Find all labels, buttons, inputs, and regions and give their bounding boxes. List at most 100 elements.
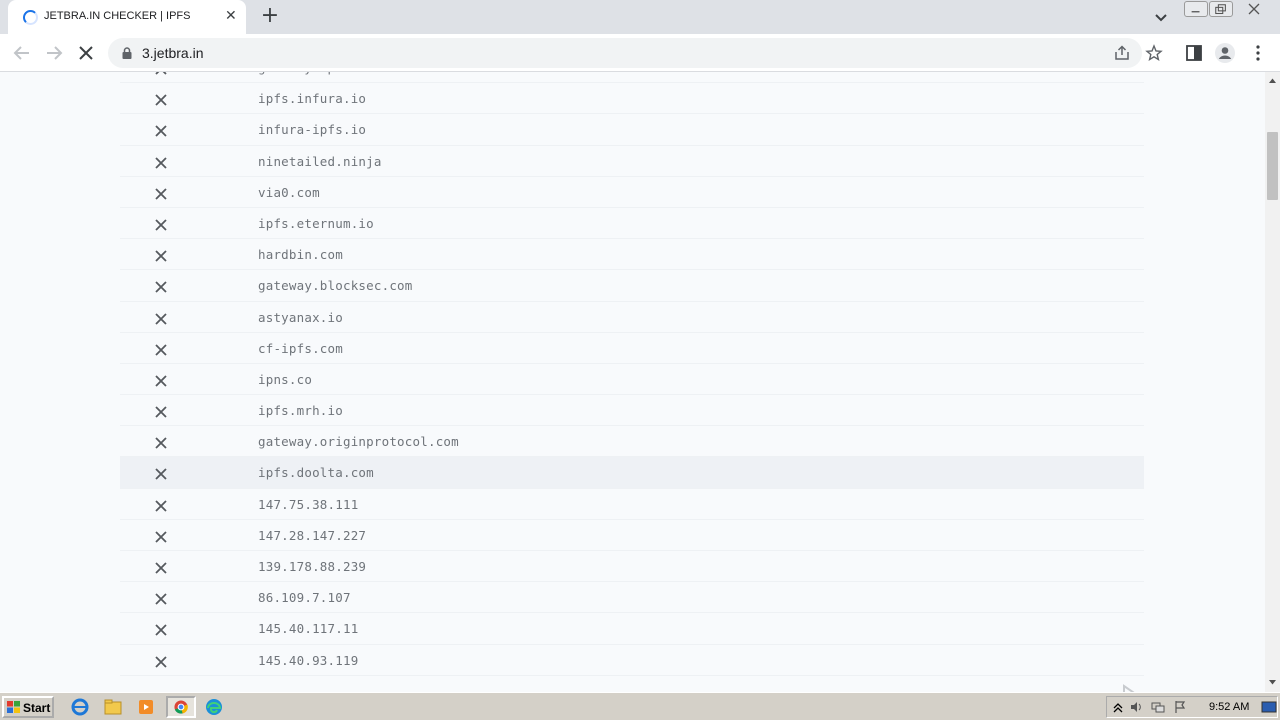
forward-arrow-icon[interactable] [42, 41, 66, 65]
anyrun-watermark-logo: ANY RUN [1037, 684, 1236, 692]
tab-close-icon[interactable]: ✕ [225, 8, 237, 24]
chrome-icon [174, 700, 188, 714]
gateway-host: ipfs.doolta.com [258, 465, 374, 481]
network-icon[interactable] [1151, 700, 1165, 714]
list-item: cf-ipfs.com [120, 333, 1144, 364]
list-item: 145.40.117.11 [120, 613, 1144, 645]
gateway-host: ipns.co [258, 371, 313, 387]
list-item: 145.40.93.119 [120, 645, 1144, 676]
list-item: ipfs.doolta.com [120, 457, 1144, 489]
restore-button[interactable] [1209, 1, 1233, 17]
system-tray: 9:52 AM [1106, 696, 1278, 718]
list-item: infura-ipfs.io [120, 114, 1144, 146]
tab-title: JETBRA.IN CHECKER | IPFS [44, 10, 191, 22]
gateway-host: via0.com [258, 184, 320, 200]
action-center-flag-icon[interactable] [1173, 700, 1187, 714]
gateway-host: cf-ipfs.com [258, 340, 343, 356]
minimize-button[interactable] [1184, 1, 1208, 17]
gateway-host: ninetailed.ninja [258, 153, 382, 169]
gateway-host: astyanax.io [258, 309, 343, 325]
x-icon [154, 72, 168, 75]
list-item: 86.109.7.107 [120, 582, 1144, 614]
windows-logo-icon [7, 701, 20, 713]
x-icon [154, 123, 168, 138]
more-menu-icon[interactable] [1247, 42, 1269, 64]
url-text[interactable]: 3.jetbra.in [142, 45, 203, 61]
list-item: hardbin.com [120, 239, 1144, 271]
gateway-host: ipfs.infura.io [258, 91, 367, 107]
gateway-host: infura-ipfs.io [258, 122, 367, 138]
window-close-button[interactable] [1236, 1, 1272, 17]
taskbar-clock: 9:52 AM [1209, 701, 1250, 713]
x-icon [154, 342, 168, 356]
list-item: via0.com [120, 177, 1144, 208]
x-icon [154, 248, 168, 262]
chrome-taskbar-button[interactable] [166, 696, 196, 718]
list-item: astyanax.io [120, 302, 1144, 333]
file-explorer-icon[interactable] [101, 696, 125, 718]
tab-strip: JETBRA.IN CHECKER | IPFS ✕ + [0, 0, 1280, 34]
x-icon [154, 404, 168, 418]
gateway-host: 147.75.38.111 [258, 496, 359, 512]
list-item: ipfs.infura.io [120, 83, 1144, 115]
gateway-host: gateway.blocksec.com [258, 278, 413, 294]
gateway-list: gateway.ipfs.io ipfs.infura.io infura-ipfs… [120, 72, 1144, 676]
media-player-icon[interactable] [134, 696, 158, 718]
bookmark-star-icon[interactable] [1145, 44, 1163, 62]
scroll-up-arrow-icon[interactable] [1268, 76, 1277, 85]
back-arrow-icon[interactable] [10, 41, 34, 65]
tab-search-chevron-icon[interactable] [1152, 8, 1170, 26]
x-icon [154, 435, 168, 449]
gateway-host: hardbin.com [258, 247, 343, 263]
x-icon [154, 529, 168, 543]
show-desktop-icon[interactable] [1261, 700, 1277, 714]
windows-taskbar: Start 9:52 AM [0, 692, 1280, 720]
stop-loading-icon[interactable] [74, 41, 98, 65]
x-icon [154, 279, 168, 293]
x-icon [154, 466, 168, 481]
page-scrollbar[interactable] [1265, 72, 1280, 692]
list-item: gateway.ipfs.io [120, 72, 1144, 84]
page-viewport: gateway.ipfs.io ipfs.infura.io infura-ipfs… [0, 72, 1265, 692]
address-bar[interactable]: 3.jetbra.in [108, 38, 1163, 68]
x-icon [154, 373, 168, 387]
x-icon [154, 155, 168, 169]
gateway-host: 86.109.7.107 [258, 590, 351, 606]
x-icon [154, 498, 168, 512]
scrollbar-thumb[interactable] [1267, 132, 1278, 200]
show-hidden-icons-icon[interactable] [1111, 700, 1125, 714]
gateway-host: 145.40.117.11 [258, 621, 359, 637]
scroll-down-arrow-icon[interactable] [1268, 678, 1277, 687]
gateway-host: ipfs.mrh.io [258, 403, 343, 419]
x-icon [154, 654, 168, 668]
browser-tab[interactable]: JETBRA.IN CHECKER | IPFS ✕ [8, 0, 246, 34]
gateway-host: 139.178.88.239 [258, 559, 367, 574]
x-icon [154, 311, 168, 325]
x-icon [154, 217, 168, 231]
volume-icon[interactable] [1129, 700, 1143, 714]
list-item: ipfs.mrh.io [120, 395, 1144, 427]
gateway-host: 147.28.147.227 [258, 527, 367, 543]
gateway-host: ipfs.eternum.io [258, 215, 374, 231]
gateway-host: gateway.ipfs.io [258, 72, 374, 75]
edge-icon[interactable] [202, 696, 226, 718]
start-button[interactable]: Start [2, 696, 54, 718]
loading-spinner-icon [23, 10, 38, 25]
list-item: ninetailed.ninja [120, 146, 1144, 177]
side-panel-icon[interactable] [1183, 42, 1205, 64]
list-item: 139.178.88.239 [120, 551, 1144, 583]
x-icon [154, 186, 168, 200]
share-icon[interactable] [1113, 44, 1131, 62]
x-icon [154, 92, 168, 106]
gateway-host: 145.40.93.119 [258, 652, 359, 668]
new-tab-button[interactable]: + [258, 5, 282, 29]
profile-avatar-icon[interactable] [1214, 42, 1236, 64]
list-item: ipfs.eternum.io [120, 208, 1144, 240]
list-item: ipns.co [120, 364, 1144, 396]
x-icon [154, 560, 168, 574]
x-icon [154, 591, 168, 605]
lock-icon[interactable] [120, 46, 134, 60]
x-icon [154, 622, 168, 637]
internet-explorer-icon[interactable] [68, 696, 92, 718]
list-item: 147.28.147.227 [120, 520, 1144, 551]
